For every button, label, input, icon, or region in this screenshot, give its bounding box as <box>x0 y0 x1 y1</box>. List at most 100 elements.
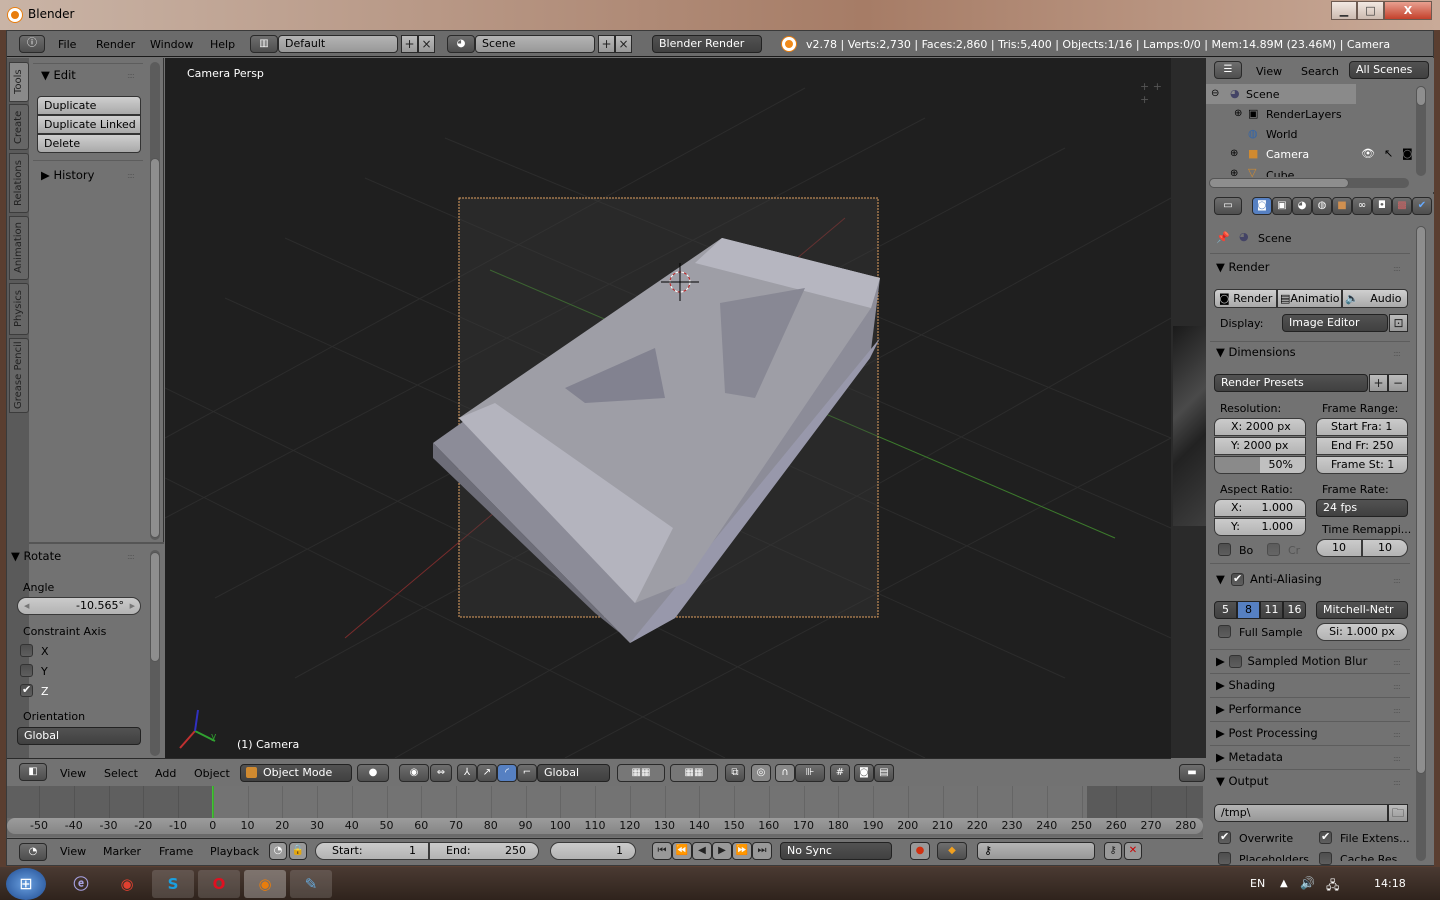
object-context-icon[interactable]: ■ <box>1332 197 1352 215</box>
outliner-item-renderlayers[interactable]: RenderLayers <box>1266 108 1342 121</box>
display-dropdown[interactable]: Image Editor <box>1282 314 1388 332</box>
panel-header-performance[interactable]: ▶ Performance <box>1216 702 1301 716</box>
render-camera-icon[interactable]: ◙ <box>854 764 874 782</box>
delete-scene-button[interactable]: × <box>615 35 632 53</box>
lock-interface-icon[interactable]: ⊡ <box>1389 314 1408 332</box>
resolution-percentage-slider[interactable]: 50% <box>1214 456 1306 474</box>
delete-layout-button[interactable]: × <box>418 35 435 53</box>
taskbar-chrome-icon[interactable]: ◉ <box>106 870 148 898</box>
editor-type-properties-icon[interactable]: ▭ <box>1214 197 1242 215</box>
resolution-x-field[interactable]: X: 2000 px <box>1214 418 1306 436</box>
aa-filter-dropdown[interactable]: Mitchell-Netr <box>1316 601 1408 619</box>
record-icon[interactable]: ● <box>910 842 930 860</box>
taskbar-blender-icon[interactable]: ◉ <box>244 870 286 898</box>
remap-old-field[interactable]: 10 <box>1316 539 1362 557</box>
constraint-y-checkbox[interactable] <box>20 664 33 677</box>
drag-grip-icon[interactable]: :::: <box>1393 706 1401 715</box>
render-engine-dropdown[interactable]: Blender Render <box>652 35 762 53</box>
snap-magnet-icon[interactable]: ∩ <box>775 764 795 782</box>
keying-set-field[interactable]: ⚷ <box>977 842 1095 860</box>
menu-view[interactable]: View <box>60 845 86 858</box>
remove-preset-button[interactable]: − <box>1388 374 1408 392</box>
language-indicator[interactable]: EN <box>1250 877 1265 890</box>
constraint-z-checkbox[interactable] <box>20 683 33 697</box>
resolution-y-field[interactable]: Y: 2000 px <box>1214 437 1306 455</box>
constraint-x-checkbox[interactable] <box>20 644 33 657</box>
menu-file[interactable]: File <box>58 38 76 51</box>
lock-icon[interactable]: 🔒 <box>289 842 307 860</box>
more-context-icon[interactable]: ✔ <box>1412 197 1432 215</box>
region-expand-icon[interactable]: + + + <box>1140 80 1171 106</box>
crop-checkbox[interactable] <box>1267 543 1280 556</box>
aa-samples-11-button[interactable]: 11 <box>1260 601 1283 619</box>
jump-keyframe-forward-icon[interactable]: ⏩ <box>732 842 752 860</box>
visibility-eye-icon[interactable]: 👁 <box>1361 147 1375 160</box>
tab-animation[interactable]: Animation <box>9 216 29 280</box>
tray-expand-icon[interactable]: ▲ <box>1280 878 1288 889</box>
expand-icon[interactable]: ⊕ <box>1230 148 1238 159</box>
duplicate-linked-button[interactable]: Duplicate Linked <box>37 115 141 134</box>
history-panel-header[interactable]: ▶ History <box>41 168 94 182</box>
border-checkbox[interactable] <box>1218 543 1231 556</box>
tab-physics[interactable]: Physics <box>9 283 29 335</box>
placeholders-checkbox[interactable] <box>1218 852 1231 865</box>
snap-target-icon[interactable]: # <box>830 764 850 782</box>
full-sample-checkbox[interactable] <box>1218 625 1231 638</box>
manipulator-toggle[interactable]: ⇔ <box>430 764 452 782</box>
outliner-item-cube[interactable]: Cube <box>1266 169 1294 177</box>
panel-header-shading[interactable]: ▶ Shading <box>1216 678 1275 692</box>
sync-dropdown[interactable]: No Sync <box>780 842 892 860</box>
rotate-panel-header[interactable]: ▼ Rotate <box>11 549 131 563</box>
anti-aliasing-checkbox[interactable] <box>1231 572 1244 586</box>
outliner-item-scene[interactable]: Scene <box>1246 88 1280 101</box>
close-button[interactable]: X <box>1384 1 1432 20</box>
drag-grip-icon[interactable]: :::: <box>127 71 135 80</box>
layout-selector[interactable]: Default <box>278 35 398 53</box>
start-button[interactable]: ⊞ <box>6 868 46 900</box>
drag-grip-icon[interactable]: :::: <box>1393 264 1401 273</box>
shading-dropdown[interactable]: ● <box>357 764 389 782</box>
menu-object[interactable]: Object <box>194 767 230 780</box>
layer-buttons-1[interactable]: ▦▦ <box>617 764 665 782</box>
layer-buttons-2[interactable]: ▦▦ <box>670 764 718 782</box>
animation-button[interactable]: ▤Animatio <box>1277 289 1342 308</box>
aa-samples-16-button[interactable]: 16 <box>1283 601 1306 619</box>
editor-type-outliner-icon[interactable]: ☰ <box>1214 61 1242 79</box>
pin-icon[interactable]: 📌 <box>1216 231 1230 244</box>
folder-browse-icon[interactable]: 🗀 <box>1388 804 1408 822</box>
output-path-input[interactable]: /tmp\ <box>1214 804 1388 822</box>
camera-data-context-icon[interactable]: ◘ <box>1372 197 1392 215</box>
outliner-vscroll-thumb[interactable] <box>1416 86 1426 106</box>
menu-view[interactable]: View <box>1256 65 1282 78</box>
start-frame-field[interactable]: Start Fra: 1 <box>1316 418 1408 436</box>
frame-rate-dropdown[interactable]: 24 fps <box>1316 499 1408 517</box>
panel-header-metadata[interactable]: ▶ Metadata <box>1216 750 1283 764</box>
render-button[interactable]: ◙ Render <box>1214 289 1277 308</box>
end-frame-field[interactable]: End Fr: 250 <box>1316 437 1408 455</box>
menu-select[interactable]: Select <box>104 767 138 780</box>
aspect-y-field[interactable]: Y: 1.000 <box>1214 518 1306 536</box>
play-icon[interactable]: ▶ <box>712 842 732 860</box>
insert-key-icon[interactable]: ⚷ <box>1104 842 1122 860</box>
drag-grip-icon[interactable]: :::: <box>1393 754 1401 763</box>
info-editor-type-button[interactable]: ⓘ <box>19 35 45 53</box>
decrement-arrow-icon[interactable]: ◀ <box>24 598 29 614</box>
drag-grip-icon[interactable]: :::: <box>127 552 135 561</box>
outliner-item-camera[interactable]: Camera <box>1266 148 1309 161</box>
taskbar-skype-icon[interactable]: S <box>152 870 194 898</box>
overwrite-checkbox[interactable] <box>1218 830 1231 844</box>
taskbar-opera-icon[interactable]: O <box>198 870 240 898</box>
proportional-edit-icon[interactable]: ◎ <box>751 764 771 782</box>
motion-blur-checkbox[interactable] <box>1228 655 1242 668</box>
drag-grip-icon[interactable]: :::: <box>1393 778 1401 787</box>
drag-grip-icon[interactable]: :::: <box>1393 730 1401 739</box>
menu-view[interactable]: View <box>60 767 86 780</box>
render-clapper-icon[interactable]: ▤ <box>874 764 894 782</box>
tab-relations[interactable]: Relations <box>9 153 29 213</box>
3d-viewport[interactable]: Camera Persp (1) Camera y + + + <box>165 58 1171 758</box>
delete-button[interactable]: Delete <box>37 134 141 153</box>
filter-size-field[interactable]: Si: 1.000 px <box>1316 623 1408 641</box>
menu-marker[interactable]: Marker <box>103 845 141 858</box>
end-frame-field[interactable]: End: 250 <box>429 842 539 860</box>
display-mode-dropdown[interactable]: All Scenes <box>1349 61 1429 79</box>
